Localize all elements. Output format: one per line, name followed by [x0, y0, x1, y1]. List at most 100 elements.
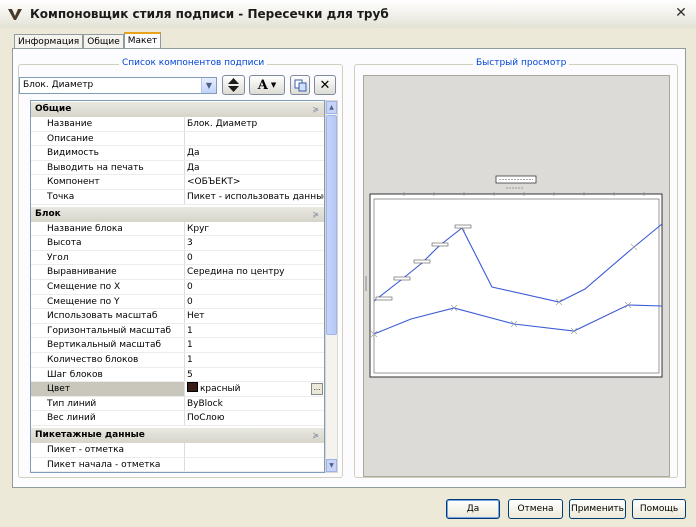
collapse-chevron-icon[interactable]: ≽ [312, 428, 319, 443]
property-name: Использовать масштаб [31, 309, 185, 323]
property-value-cell[interactable] [185, 443, 324, 457]
property-value: Блок. Диаметр [187, 119, 258, 129]
apply-button[interactable]: Применить [569, 499, 626, 519]
property-value-cell[interactable]: Нет [185, 309, 324, 323]
property-value-cell[interactable]: красный... [185, 382, 324, 396]
component-select-value: Блок. Диаметр [23, 80, 94, 90]
property-row[interactable]: Высота 3 [31, 236, 324, 251]
window-title: Компоновщик стиля подписи - Пересечки дл… [30, 7, 389, 21]
property-row[interactable]: Пикет начала - отметка [31, 457, 324, 472]
property-row[interactable]: Горизонтальный масштаб 1 [31, 323, 324, 339]
property-row[interactable]: Вертикальный масштаб 1 [31, 338, 324, 353]
category-header[interactable]: Пикетажные данные ≽ [31, 428, 324, 443]
tab-general[interactable]: Общие [83, 34, 124, 49]
scrollbar-thumb[interactable] [326, 115, 337, 335]
property-row[interactable]: Описание [31, 131, 324, 147]
property-value-cell[interactable] [185, 132, 324, 146]
property-name: Вертикальный масштаб [31, 338, 185, 352]
property-row[interactable]: Количество блоков 1 [31, 353, 324, 368]
property-row[interactable]: Шаг блоков 5 [31, 367, 324, 383]
property-value-cell[interactable]: Блок. Диаметр [185, 117, 324, 131]
close-icon[interactable]: ✕ [672, 5, 690, 22]
property-value-cell[interactable]: 5 [185, 368, 324, 382]
property-name: Описание [31, 131, 185, 146]
category-header[interactable]: Блок ≽ [31, 206, 324, 222]
tab-layout[interactable]: Макет [123, 32, 162, 49]
ellipsis-button[interactable]: ... [311, 383, 323, 396]
property-row[interactable]: Смещение по Y0 [31, 294, 324, 310]
property-value-cell[interactable]: Пикет - использовать данные [185, 190, 324, 204]
property-row[interactable]: Выравнивание Середина по центру [31, 265, 324, 280]
property-name: Высота [31, 236, 185, 250]
collapse-chevron-icon[interactable]: ≽ [312, 207, 319, 222]
property-row[interactable]: Пикет - отметка [31, 443, 324, 458]
property-value: 0 [187, 282, 193, 292]
cancel-button[interactable]: Отмена [508, 499, 563, 519]
property-row[interactable]: Видимость Да [31, 146, 324, 161]
property-value-cell[interactable]: 1 [185, 353, 324, 367]
property-name: Смещение по X [31, 280, 185, 294]
help-button[interactable]: Помощь [632, 499, 686, 519]
property-name: Точка [31, 190, 185, 204]
copy-icon [294, 79, 306, 91]
property-name: Пикет - отметка [31, 443, 185, 457]
property-row[interactable]: Точка Пикет - использовать данные [31, 190, 324, 205]
property-value: ПоСлою [187, 413, 225, 424]
property-row[interactable]: Название блока Круг [31, 221, 324, 237]
move-up-down-button[interactable] [222, 75, 245, 95]
property-row[interactable]: Использовать масштаб Нет [31, 309, 324, 324]
property-value-cell[interactable]: 1 [185, 324, 324, 338]
color-swatch [187, 382, 198, 393]
delete-icon: ✕ [319, 77, 331, 93]
collapse-chevron-icon[interactable]: ≽ [312, 102, 319, 117]
category-label: Пикетажные данные [35, 430, 145, 440]
category-label: Общие [35, 104, 72, 114]
property-row[interactable]: Компонент <ОБЪЕКТ> [31, 175, 324, 190]
ok-button[interactable]: Да [446, 499, 500, 519]
property-value: 1 [187, 340, 193, 351]
property-value-cell[interactable]: Середина по центру [185, 265, 324, 279]
property-value-cell[interactable]: Круг [185, 222, 324, 236]
preview-canvas [363, 75, 670, 477]
scroll-up-icon[interactable]: ▲ [326, 101, 337, 114]
add-text-component-button[interactable]: A ▼ [249, 75, 285, 95]
copy-component-button[interactable] [290, 75, 310, 95]
property-row[interactable]: Угол 0 [31, 250, 324, 266]
chevron-down-icon[interactable]: ▼ [201, 78, 216, 93]
property-value-cell[interactable]: Да [185, 161, 324, 175]
property-value-cell[interactable]: Да [185, 146, 324, 160]
preview-group-title: Быстрый просмотр [473, 58, 570, 68]
property-value-cell[interactable]: ПоСлою [185, 411, 324, 425]
property-value: Круг [187, 223, 210, 234]
property-row[interactable]: Вес линий ПоСлою [31, 411, 324, 426]
property-row[interactable]: Название Блок. Диаметр [31, 117, 324, 132]
property-value: 1 [187, 355, 193, 365]
property-value-cell[interactable]: 3 [185, 236, 324, 250]
property-value-cell[interactable]: 0 [185, 251, 324, 265]
property-value: красный [200, 384, 241, 395]
property-grid-scrollbar[interactable]: ▲ ▼ [325, 100, 338, 473]
property-row[interactable]: Цвет красный... [31, 382, 324, 397]
property-row[interactable]: Смещение по X0 [31, 280, 324, 295]
property-value-cell[interactable]: <ОБЪЕКТ> [185, 175, 324, 189]
category-label: Блок [35, 208, 61, 219]
property-value: ByBlock [187, 398, 223, 409]
property-row[interactable]: Тип линий ByBlock [31, 396, 324, 412]
scroll-down-icon[interactable]: ▼ [326, 459, 337, 472]
profile-preview-drawing [365, 175, 663, 378]
tab-info[interactable]: Информация [14, 34, 84, 49]
component-select[interactable]: Блок. Диаметр ▼ [19, 77, 217, 94]
property-value-cell[interactable] [185, 458, 324, 472]
property-value-cell[interactable]: 0 [185, 280, 324, 294]
property-name: Название [31, 117, 185, 131]
property-grid: Общие ≽ Название Блок. Диаметр Описание Видим… [30, 100, 325, 473]
property-value-cell[interactable]: ByBlock [185, 397, 324, 411]
property-value-cell[interactable]: 1 [185, 338, 324, 352]
delete-component-button[interactable]: ✕ [314, 75, 336, 95]
category-header[interactable]: Общие ≽ [31, 102, 324, 117]
property-row[interactable]: Выводить на печать Да [31, 160, 324, 176]
property-name: Вес линий [31, 411, 185, 425]
property-name: Название блока [31, 221, 185, 236]
property-name: Видимость [31, 146, 185, 160]
property-value-cell[interactable]: 0 [185, 295, 324, 309]
